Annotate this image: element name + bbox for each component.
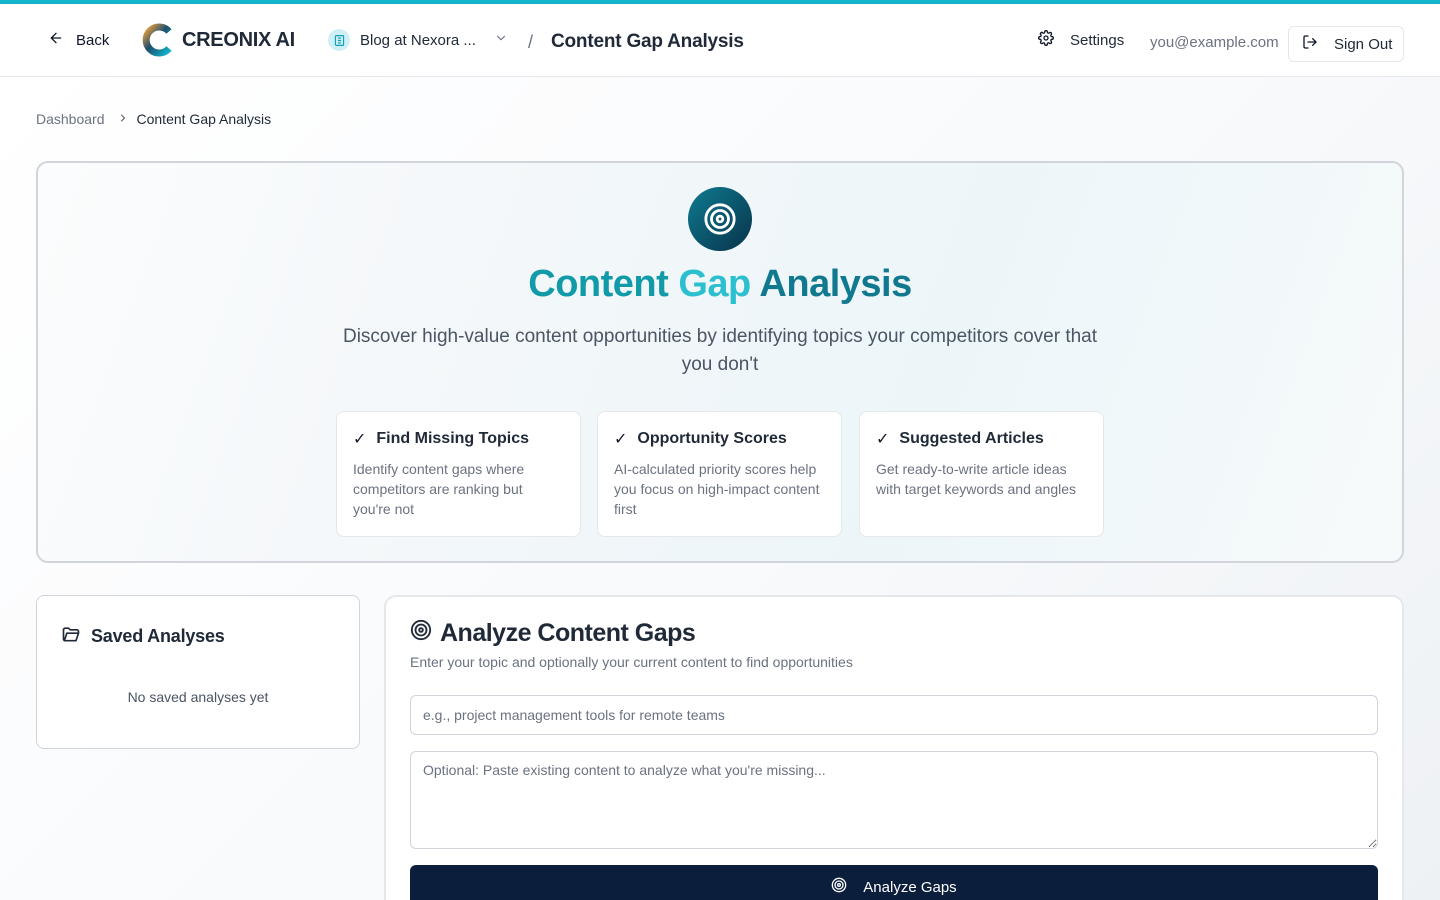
feature-heading: ✓ Suggested Articles [876,429,1087,449]
feature-description: Identify content gaps where competitors … [353,461,525,517]
log-out-icon [1302,34,1318,54]
analyze-gaps-label: Analyze Gaps [863,878,957,896]
feature-card-suggested-articles: ✓ Suggested Articles Get ready-to-write … [859,411,1104,537]
header-page-title: Content Gap Analysis [551,31,744,52]
user-email: you@example.com [1150,34,1279,51]
hero-title-word-1: Content [528,263,669,305]
saved-analyses-empty-text: No saved analyses yet [127,689,269,705]
analyze-gaps-button[interactable]: Analyze Gaps [410,865,1378,900]
check-icon: ✓ [876,431,890,448]
hero-title-word-2: Gap [678,263,751,305]
check-icon: ✓ [353,431,367,448]
feature-title: Suggested Articles [899,430,1044,447]
building-icon [328,29,350,51]
app-name: CREONIX AI [182,28,295,51]
topic-input[interactable] [410,695,1378,735]
chevron-right-icon [113,111,129,127]
feature-description: AI-calculated priority scores help you f… [614,461,820,517]
app-logo[interactable]: CREONIX AI [142,23,295,57]
app-header: Back CREONIX AI Blog at Nexora ... / Con… [0,4,1440,77]
target-icon [688,187,752,251]
settings-button[interactable]: Settings [1026,22,1136,58]
back-button[interactable]: Back [36,22,121,58]
analyze-heading: Analyze Content Gaps [410,619,696,648]
target-icon [831,877,847,897]
arrow-left-icon [48,30,64,50]
header-separator: / [528,32,534,52]
site-selector[interactable]: Blog at Nexora ... [322,22,514,58]
saved-analyses-panel: Saved Analyses No saved analyses yet [36,595,360,749]
hero-title: Content Gap Analysis [38,263,1402,306]
feature-card-opportunity-scores: ✓ Opportunity Scores AI-calculated prior… [597,411,842,537]
gear-icon [1038,30,1054,50]
analyze-subtitle: Enter your topic and optionally your cur… [410,654,853,670]
feature-title: Opportunity Scores [637,430,787,447]
feature-heading: ✓ Opportunity Scores [614,429,825,449]
logo-mark-icon [142,23,172,57]
feature-card-missing-topics: ✓ Find Missing Topics Identify content g… [336,411,581,537]
check-icon: ✓ [614,431,628,448]
breadcrumb-current: Content Gap Analysis [136,111,272,127]
saved-analyses-heading: Saved Analyses [61,624,225,649]
existing-content-textarea[interactable] [410,751,1378,849]
chevron-down-icon [486,31,508,50]
breadcrumb-dashboard[interactable]: Dashboard [36,111,105,127]
feature-description: Get ready-to-write article ideas with ta… [876,461,1076,497]
settings-label: Settings [1070,31,1125,49]
saved-analyses-title: Saved Analyses [91,626,225,646]
main-content: Dashboard Content Gap Analysis Content G… [0,77,1440,900]
sign-out-label: Sign Out [1334,35,1393,53]
back-label: Back [76,31,110,49]
analyze-panel: Analyze Content Gaps Enter your topic an… [384,595,1404,900]
target-icon [410,619,432,648]
breadcrumb: Dashboard Content Gap Analysis [36,111,271,127]
hero-title-word-3: Analysis [759,263,912,305]
hero-panel: Content Gap Analysis Discover high-value… [36,161,1404,563]
hero-subtitle: Discover high-value content opportunitie… [342,326,1098,375]
feature-title: Find Missing Topics [376,430,529,447]
sign-out-button[interactable]: Sign Out [1288,26,1404,62]
folder-open-icon [61,624,81,649]
feature-heading: ✓ Find Missing Topics [353,429,564,449]
analyze-title: Analyze Content Gaps [440,619,696,647]
site-selector-value: Blog at Nexora ... [360,31,476,49]
